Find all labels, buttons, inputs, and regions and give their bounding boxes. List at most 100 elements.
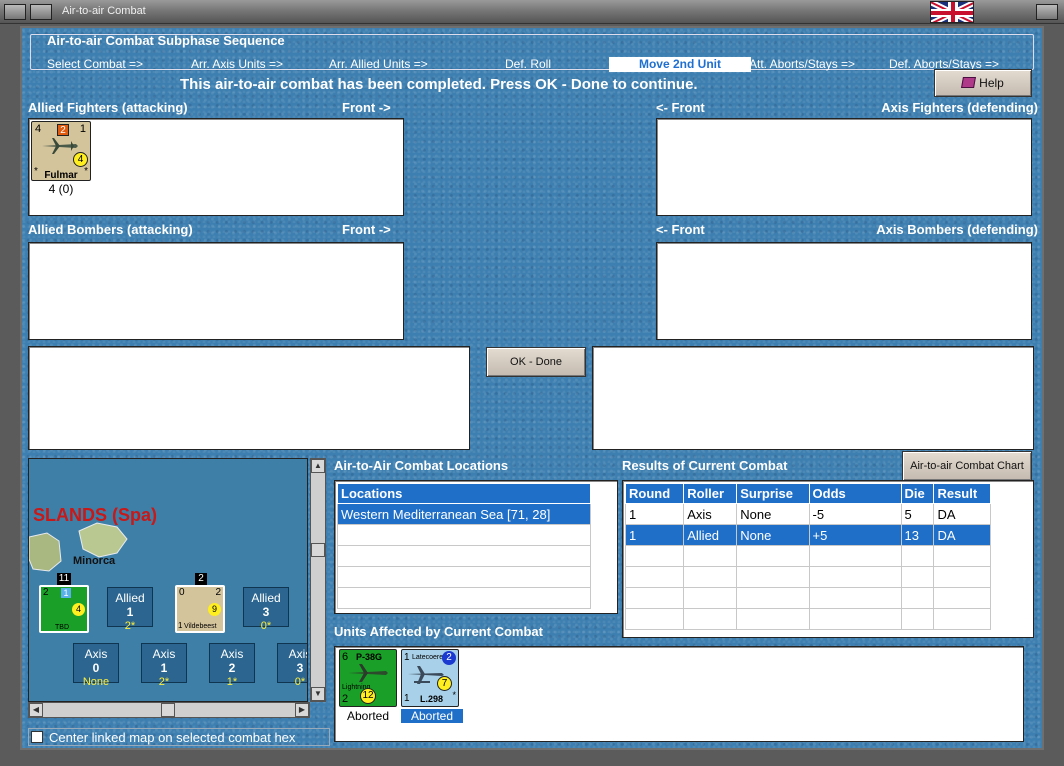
center-map-checkbox[interactable] <box>31 731 43 743</box>
window-title: Air-to-air Combat <box>62 5 146 17</box>
step-select-combat[interactable]: Select Combat => <box>47 57 143 71</box>
affected-b-star: * <box>452 690 456 700</box>
cell: None <box>736 524 810 546</box>
map-horizontal-scrollbar[interactable]: ◀ ▶ <box>28 702 310 718</box>
unit-top-left: 4 <box>35 123 42 135</box>
step-move-2nd-unit[interactable]: Move 2nd Unit <box>609 57 751 72</box>
counter-label: Axis <box>288 647 307 661</box>
map-unit-vildebeest[interactable]: 0 2 9 1 Vildebeest <box>175 585 225 633</box>
cell: +5 <box>808 524 902 546</box>
cell: 5 <box>900 503 935 525</box>
affected-b-sub: Latecoere <box>412 654 444 661</box>
close-button[interactable] <box>1036 4 1058 20</box>
minimize-button[interactable] <box>30 4 52 20</box>
map-unit-b-right: 2 <box>215 587 221 598</box>
map-unit-a-left: 2 <box>43 587 49 598</box>
scroll-right-icon[interactable]: ▶ <box>295 703 309 717</box>
affected-unit-l298[interactable]: 1 Latecoere 2 7 * 1 L.298 <box>401 649 459 707</box>
affected-a-name: P-38G <box>356 652 383 662</box>
map-unit-a-right: 1 <box>61 588 71 598</box>
axis-bombers-front: <- Front <box>656 222 705 237</box>
axis-counter-1[interactable]: Axis 1 2* <box>141 643 187 688</box>
uk-flag-icon <box>930 1 974 23</box>
allied-bombers-box[interactable] <box>28 242 404 340</box>
counter-value: 2 <box>228 661 236 675</box>
subphase-sequence: Air-to-air Combat Subphase Sequence Sele… <box>30 33 1034 72</box>
locations-header: Locations <box>337 483 591 504</box>
counter-label: Allied <box>115 591 145 605</box>
affected-unit-p38g[interactable]: 6 P-38G Lightning 2 12 <box>339 649 397 707</box>
counter-sub: 2* <box>124 620 136 632</box>
cell: 13 <box>900 524 935 546</box>
step-def-roll[interactable]: Def. Roll <box>505 57 551 71</box>
map-unit-a-name: TBD <box>55 624 69 631</box>
help-button[interactable]: Help <box>934 69 1032 97</box>
counter-sub: 0* <box>260 620 272 632</box>
col-roller: Roller <box>683 483 738 504</box>
col-surprise: Surprise <box>736 483 810 504</box>
allied-fighters-front: Front -> <box>342 100 391 115</box>
affected-a-circle: 12 <box>360 688 376 704</box>
locations-label: Air-to-Air Combat Locations <box>334 458 509 473</box>
linked-map[interactable]: SLANDS (Spa) Minorca 11 2 2 1 4 TBD 0 2 … <box>28 458 308 702</box>
affected-units-box[interactable]: 6 P-38G Lightning 2 12 Aborted 1 Latecoe… <box>334 646 1024 742</box>
step-arr-axis[interactable]: Arr. Axis Units => <box>191 57 283 71</box>
counter-value: 3 <box>296 661 304 675</box>
step-att-aborts[interactable]: Att. Aborts/Stays => <box>749 57 855 71</box>
scroll-up-icon[interactable]: ▲ <box>311 459 325 473</box>
map-region-label: SLANDS (Spa) <box>33 505 158 525</box>
axis-bombers-box[interactable] <box>656 242 1032 340</box>
affected-b-name: L.298 <box>420 694 444 704</box>
allied-fighters-box[interactable]: 4 2 1 4 * * Fulmar 4 (0) <box>28 118 404 216</box>
scroll-left-icon[interactable]: ◀ <box>29 703 43 717</box>
scroll-thumb-h[interactable] <box>161 703 175 717</box>
combat-panel: Air-to-air Combat Subphase Sequence Sele… <box>20 26 1044 750</box>
unit-caption: 4 (0) <box>48 182 74 196</box>
center-map-option[interactable]: Center linked map on selected combat hex <box>28 728 330 746</box>
locations-table-box[interactable]: Locations Western Mediterranean Sea [71,… <box>334 480 618 614</box>
stack-count-a: 11 <box>57 573 71 585</box>
cell: 1 <box>624 524 685 546</box>
counter-value: 0 <box>92 661 100 675</box>
affected-a-bottom-left: 2 <box>342 693 349 705</box>
axis-counter-0[interactable]: Axis 0 None <box>73 643 119 688</box>
counter-value: 1 <box>160 661 168 675</box>
counter-label: Axis <box>84 647 108 661</box>
table-row[interactable]: 1 Allied None +5 13 DA <box>624 524 991 546</box>
system-menu-button[interactable] <box>4 4 26 20</box>
affected-a-status: Aborted <box>346 709 390 723</box>
results-label: Results of Current Combat <box>622 458 788 473</box>
affected-label: Units Affected by Current Combat <box>334 624 543 639</box>
axis-fighters-box[interactable] <box>656 118 1032 216</box>
counter-sub: None <box>82 676 110 688</box>
results-table-box[interactable]: Round Roller Surprise Odds Die Result 1 … <box>622 480 1034 638</box>
axis-fighters-label: Axis Fighters (defending) <box>881 100 1038 115</box>
ok-done-button[interactable]: OK - Done <box>486 347 586 377</box>
step-arr-allied[interactable]: Arr. Allied Units => <box>329 57 428 71</box>
cell: None <box>736 503 810 525</box>
map-unit-a-circle: 4 <box>72 603 85 616</box>
location-row[interactable]: Western Mediterranean Sea [71, 28] <box>337 503 591 525</box>
allied-bombers-front: Front -> <box>342 222 391 237</box>
map-vertical-scrollbar[interactable]: ▲ ▼ <box>310 458 326 702</box>
stack-count-b: 2 <box>195 573 207 585</box>
table-row[interactable]: 1 Axis None -5 5 DA <box>624 503 991 525</box>
fulmar-unit[interactable]: 4 2 1 4 * * Fulmar <box>31 121 91 181</box>
sequence-title: Air-to-air Combat Subphase Sequence <box>47 33 285 48</box>
counter-label: Axis <box>152 647 176 661</box>
unit-name: Fulmar <box>44 170 78 181</box>
combat-chart-button[interactable]: Air-to-air Combat Chart <box>902 451 1032 481</box>
allied-message-box <box>28 346 470 450</box>
scroll-thumb-v[interactable] <box>311 543 325 557</box>
axis-counter-2[interactable]: Axis 2 1* <box>209 643 255 688</box>
title-bar: Air-to-air Combat <box>0 0 1064 24</box>
cell: DA <box>933 503 991 525</box>
allied-counter-3[interactable]: Allied 3 0* <box>243 587 289 632</box>
axis-bombers-label: Axis Bombers (defending) <box>876 222 1038 237</box>
scroll-down-icon[interactable]: ▼ <box>311 687 325 701</box>
affected-b-bottom-left: 1 <box>404 693 410 704</box>
axis-counter-3[interactable]: Axis30* <box>277 643 307 688</box>
allied-counter-1[interactable]: Allied 1 2* <box>107 587 153 632</box>
map-unit-tbd[interactable]: 2 1 4 TBD <box>39 585 89 633</box>
map-unit-b-left: 0 <box>179 587 185 598</box>
